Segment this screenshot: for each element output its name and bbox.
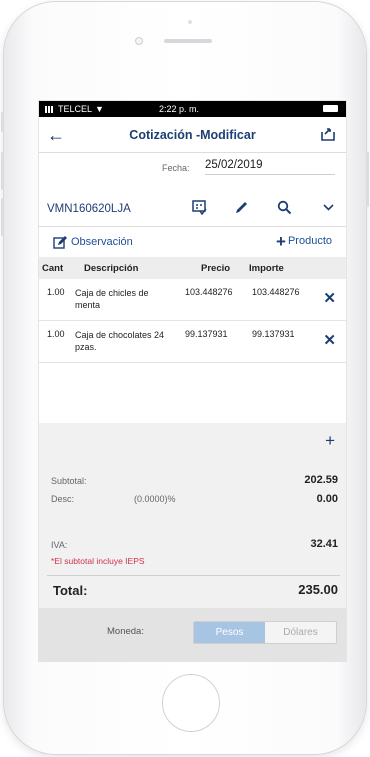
discount-label: Desc:: [51, 494, 75, 504]
search-icon[interactable]: [277, 200, 292, 218]
column-header-descripcion: Descripción: [84, 262, 139, 274]
client-list-icon[interactable]: [192, 200, 207, 218]
app-screen: TELCEL ▼ 2:22 p. m. ← Cotización -Modifi…: [38, 100, 347, 662]
currency-row: Moneda: Pesos Dólares: [39, 608, 346, 661]
iva-value: 32.41: [310, 538, 338, 550]
row-amount: 99.137931: [252, 329, 295, 339]
total-value: 235.00: [298, 582, 338, 597]
column-header-precio: Precio: [201, 262, 231, 274]
column-header-cant: Cant: [42, 262, 64, 274]
share-export-icon[interactable]: [320, 126, 338, 144]
actions-row: Observación + Producto: [39, 227, 346, 257]
row-price: 99.137931: [185, 329, 228, 339]
delete-x-icon[interactable]: ✕: [323, 331, 336, 349]
status-time: 2:22 p. m.: [159, 104, 200, 114]
observation-button[interactable]: Observación: [53, 235, 133, 249]
delete-x-icon[interactable]: ✕: [323, 289, 336, 307]
table-header: Cant Descripción Precio Importe: [39, 257, 346, 279]
divider: [47, 575, 340, 576]
subtotal-label: Subtotal:: [51, 476, 87, 486]
date-label: Fecha:: [162, 163, 190, 173]
observation-label: Observación: [71, 236, 133, 248]
home-button[interactable]: [162, 674, 220, 732]
power-button: [366, 152, 369, 207]
date-row: Fecha: 25/02/2019: [39, 153, 346, 183]
mute-switch: [1, 112, 4, 132]
product-label: Producto: [287, 235, 332, 247]
row-price: 103.448276: [185, 287, 233, 297]
edit-note-icon: [53, 236, 67, 249]
wifi-icon: ▼: [95, 104, 104, 114]
row-qty: 1.00: [47, 329, 65, 339]
table-row[interactable]: 1.00 Caja de chocolates 24 pzas. 99.1379…: [39, 321, 346, 363]
date-field[interactable]: 25/02/2019: [205, 159, 335, 175]
row-description: Caja de chicles de menta: [75, 288, 149, 310]
discount-percent: (0.0000)%: [134, 494, 176, 504]
client-code[interactable]: VMN160620LJA: [47, 203, 131, 215]
battery-icon: [323, 105, 338, 112]
add-product-button[interactable]: + Producto: [276, 231, 332, 251]
row-qty: 1.00: [47, 287, 65, 297]
plus-icon: +: [276, 231, 286, 251]
row-amount: 103.448276: [252, 287, 300, 297]
discount-value: 0.00: [316, 493, 338, 505]
table-row[interactable]: 1.00 Caja de chicles de menta 103.448276…: [39, 279, 346, 321]
row-description: Caja de chocolates 24 pzas.: [75, 330, 165, 352]
volume-up-button: [1, 152, 4, 190]
column-header-importe: Importe: [249, 262, 284, 274]
chevron-down-icon[interactable]: [322, 200, 335, 216]
currency-label: Moneda:: [107, 626, 144, 637]
client-row: VMN160620LJA: [39, 193, 346, 227]
front-camera: [135, 37, 143, 45]
currency-option-dolares[interactable]: Dólares: [265, 622, 336, 643]
subtotal-value: 202.59: [304, 474, 338, 486]
back-arrow-icon[interactable]: ←: [47, 126, 65, 144]
currency-option-pesos[interactable]: Pesos: [194, 622, 265, 643]
status-bar: TELCEL ▼ 2:22 p. m.: [39, 101, 346, 117]
iva-label: IVA:: [51, 540, 68, 550]
volume-down-button: [1, 198, 4, 236]
edit-pencil-icon[interactable]: [234, 200, 249, 218]
add-charge-plus-icon[interactable]: +: [325, 431, 335, 451]
total-label: Total:: [53, 583, 88, 598]
currency-toggle: Pesos Dólares: [193, 621, 337, 644]
nav-bar: ← Cotización -Modificar: [39, 117, 346, 153]
page-title: Cotización -Modificar: [129, 127, 256, 142]
signal-icon: [45, 105, 55, 113]
carrier-name: TELCEL: [58, 104, 93, 114]
proximity-sensor: [188, 20, 192, 24]
ieps-note: *El subtotal incluye IEPS: [51, 556, 145, 566]
totals-panel: + Subtotal: 202.59 Desc: (0.0000)% 0.00 …: [39, 423, 346, 608]
earpiece-speaker: [164, 39, 212, 43]
